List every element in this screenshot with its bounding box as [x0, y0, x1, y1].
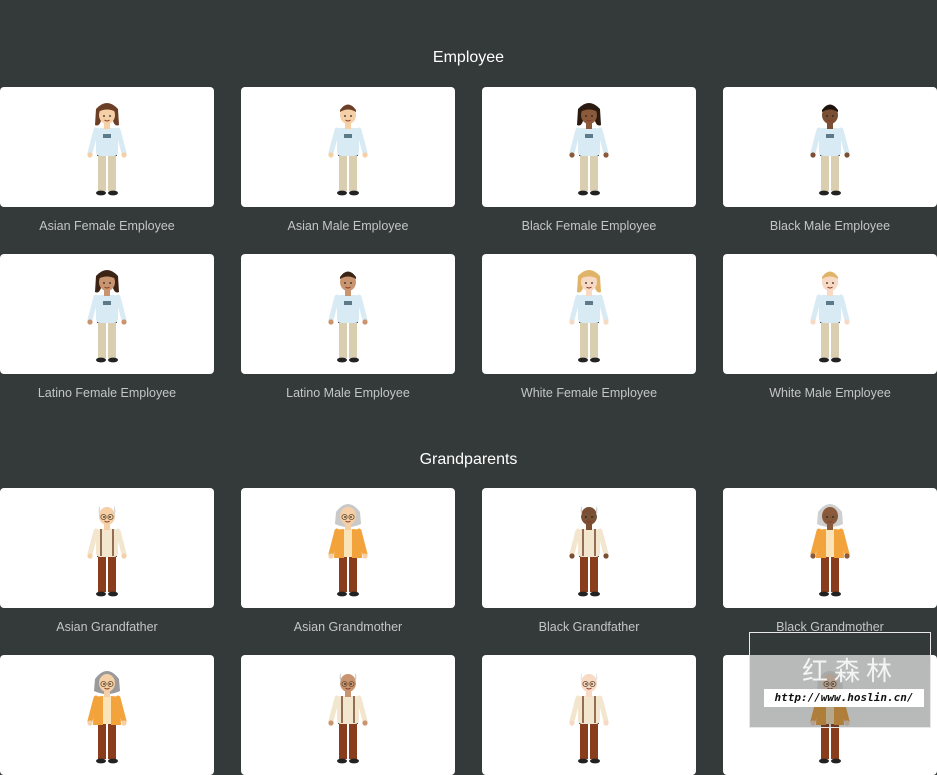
character-illustration	[328, 504, 368, 597]
employee-row-2: Latino Female Employee Latino Male Emplo…	[0, 254, 937, 404]
card-caption: Black Male Employee	[769, 219, 891, 233]
grandparents-row-1: Asian Grandfather Asian Grandmother Blac…	[0, 488, 937, 638]
character-illustration	[569, 270, 609, 363]
card-black-male-employee[interactable]	[723, 87, 937, 207]
character-illustration	[87, 103, 127, 196]
character-illustration	[569, 506, 609, 597]
card-black-grandfather[interactable]	[482, 488, 696, 608]
character-illustration	[328, 673, 368, 764]
card-caption: Latino Male Employee	[286, 386, 410, 400]
watermark-logo-text: 红森林	[801, 657, 898, 687]
character-illustration	[87, 506, 127, 597]
card-caption: Asian Grandmother	[293, 620, 403, 634]
card-asian-grandmother[interactable]	[241, 488, 455, 608]
character-illustration	[569, 103, 609, 196]
section-title-grandparents: Grandparents	[419, 451, 518, 468]
card-latino-female-employee[interactable]	[0, 254, 214, 374]
section-title-employee: Employee	[432, 49, 505, 66]
card-caption: Asian Grandfather	[56, 620, 158, 634]
card-grandparent-partial[interactable]	[241, 655, 455, 775]
character-illustration	[810, 104, 850, 196]
character-illustration	[328, 104, 368, 196]
card-latino-male-employee[interactable]	[241, 254, 455, 374]
card-white-male-employee[interactable]	[723, 254, 937, 374]
card-asian-grandfather[interactable]	[0, 488, 214, 608]
card-black-female-employee[interactable]	[482, 87, 696, 207]
card-caption: Black Female Employee	[521, 219, 657, 233]
card-grandparent-partial[interactable]	[0, 655, 214, 775]
card-caption: Black Grandfather	[538, 620, 640, 634]
character-illustration	[87, 270, 127, 363]
card-caption: White Female Employee	[520, 386, 658, 400]
character-illustration	[810, 504, 850, 597]
character-illustration	[87, 671, 127, 764]
card-asian-male-employee[interactable]	[241, 87, 455, 207]
card-black-grandmother[interactable]	[723, 488, 937, 608]
employee-row-1: Asian Female Employee Asian Male Employe…	[0, 87, 937, 237]
watermark-url: http://www.hoslin.cn/	[764, 689, 924, 707]
character-illustration	[810, 271, 850, 363]
card-grandparent-partial[interactable]	[482, 655, 696, 775]
card-caption: Asian Female Employee	[39, 219, 175, 233]
card-caption: White Male Employee	[769, 386, 891, 400]
card-asian-female-employee[interactable]	[0, 87, 214, 207]
character-illustration	[569, 673, 609, 764]
watermark-overlay: 红森林 http://www.hoslin.cn/	[749, 632, 931, 728]
card-caption: Asian Male Employee	[287, 219, 409, 233]
card-caption: Latino Female Employee	[37, 386, 177, 400]
card-white-female-employee[interactable]	[482, 254, 696, 374]
character-illustration	[328, 271, 368, 363]
